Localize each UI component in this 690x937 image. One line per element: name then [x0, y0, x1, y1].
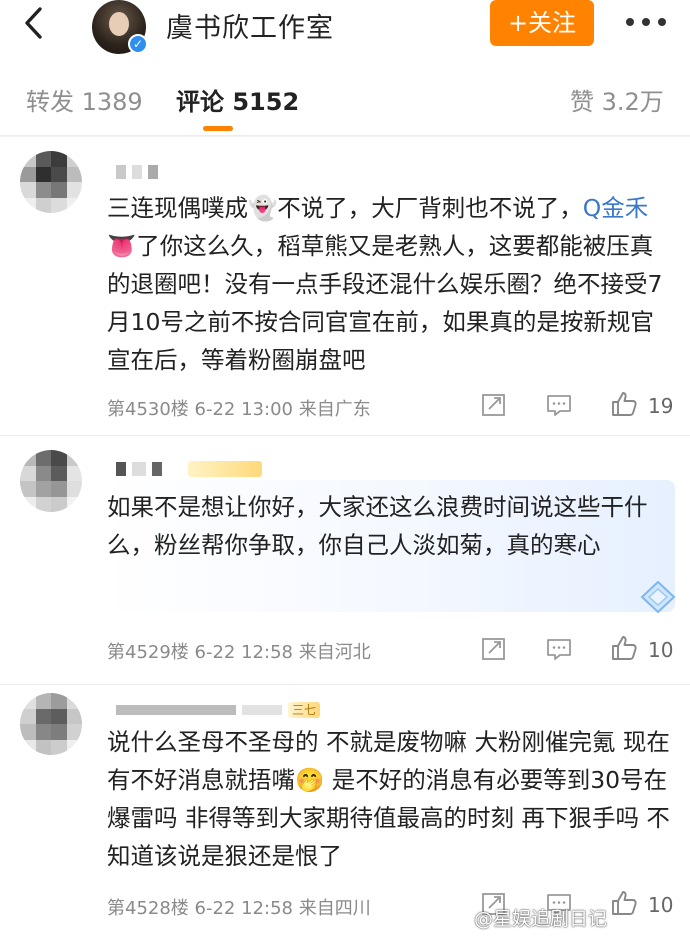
chevron-left-icon[interactable] — [18, 6, 52, 40]
like-count: 19 — [648, 394, 674, 418]
ellipsis-icon[interactable] — [622, 12, 672, 32]
share-icon[interactable] — [481, 636, 507, 662]
comment-meta: 第4530楼 6-22 13:00 来自广东 — [107, 399, 371, 420]
avatar[interactable] — [20, 151, 82, 213]
avatar[interactable] — [20, 450, 82, 512]
tab-reposts[interactable]: 转发 1389 — [26, 82, 143, 117]
thumbs-up-icon[interactable] — [610, 390, 638, 418]
topic-link[interactable]: Q金禾 — [583, 194, 649, 222]
comment-text: 说什么圣母不圣母的 不就是废物嘛 大粉刚催完氪 现在有不好消息就捂嘴🤭 是不好的… — [107, 728, 670, 870]
tab-bar: 转发 1389 评论 5152 赞 3.2万 — [0, 62, 690, 136]
fan-badge: 三七 — [288, 702, 321, 718]
comment-icon[interactable] — [546, 636, 572, 662]
comment-item: 三七 说什么圣母不圣母的 不就是废物嘛 大粉刚催完氪 现在有不好消息就捂嘴🤭 是… — [0, 685, 690, 937]
avatar[interactable] — [20, 693, 82, 755]
like-count: 10 — [648, 893, 674, 917]
watermark: @星娱追剧日记 — [474, 908, 608, 930]
tab-active-indicator — [203, 126, 233, 131]
top-bar: ✓ 虞书欣工作室 +关注 — [0, 0, 690, 62]
comment-item: 三连现偶噗成👻不说了，大厂背刺也不说了，Q金禾👅了你这么久，稻草熊又是老熟人，这… — [0, 137, 690, 435]
tab-likes[interactable]: 赞 3.2万 — [570, 82, 664, 117]
comment-text: 三连现偶噗成👻不说了，大厂背刺也不说了，Q金禾👅了你这么久，稻草熊又是老熟人，这… — [107, 194, 663, 374]
thumbs-up-icon[interactable] — [610, 634, 638, 662]
tab-comments[interactable]: 评论 5152 — [176, 82, 299, 117]
comment-text: 如果不是想让你好，大家还这么浪费时间说这些干什么，粉丝帮你争取，你自己人淡如菊，… — [107, 493, 648, 559]
diamond-icon — [640, 580, 676, 614]
verified-badge-icon: ✓ — [128, 34, 148, 54]
comment-icon[interactable] — [546, 392, 572, 418]
fan-badge — [188, 461, 262, 477]
comment-meta: 第4528楼 6-22 12:58 来自四川 — [107, 898, 371, 919]
share-icon[interactable] — [481, 392, 507, 418]
comment-meta: 第4529楼 6-22 12:58 来自河北 — [107, 642, 371, 663]
username-redacted[interactable] — [116, 460, 262, 478]
follow-button[interactable]: +关注 — [490, 0, 594, 46]
thumbs-up-icon[interactable] — [610, 889, 638, 917]
like-count: 10 — [648, 638, 674, 662]
username-redacted[interactable]: 三七 — [116, 701, 321, 719]
comment-item: 如果不是想让你好，大家还这么浪费时间说这些干什么，粉丝帮你争取，你自己人淡如菊，… — [0, 436, 690, 684]
username-redacted[interactable] — [116, 163, 158, 181]
page-title[interactable]: 虞书欣工作室 — [166, 6, 334, 45]
